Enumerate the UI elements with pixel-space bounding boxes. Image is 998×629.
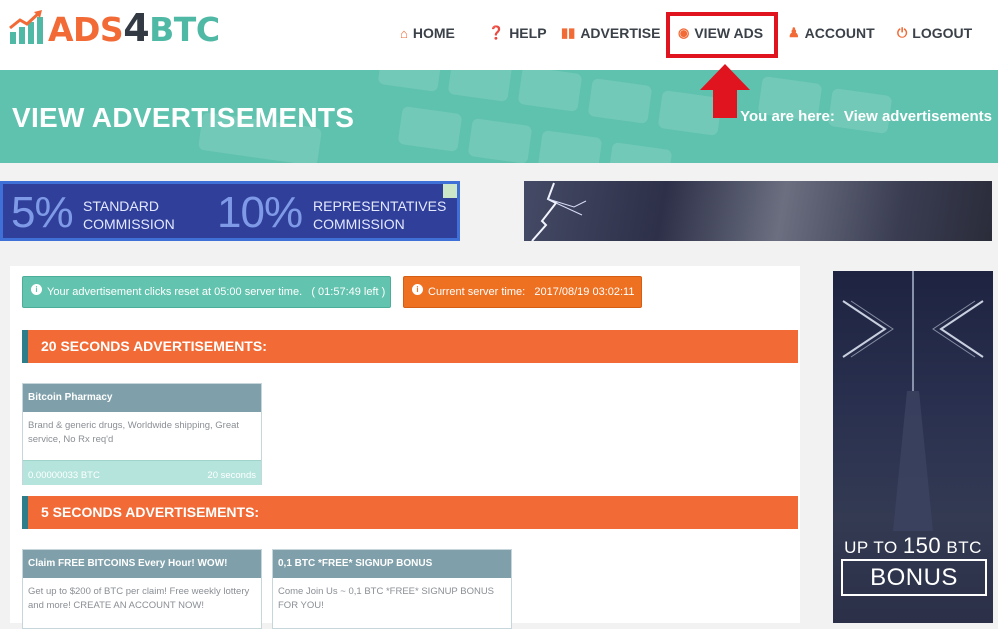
breadcrumb-current[interactable]: View advertisements — [844, 108, 992, 125]
ad-duration: 20 seconds — [207, 470, 256, 481]
nav-account[interactable]: ♟ ACCOUNT — [788, 25, 875, 41]
keyboard-key-decoration — [537, 130, 603, 163]
rep-percent: 10% — [217, 188, 303, 237]
lightning-icon — [531, 182, 587, 241]
nav-account-label: ACCOUNT — [804, 25, 875, 41]
site-header: ADS4BTC ⌂ HOME ❓ HELP ▮▮ ADVERTISE ◉ VIE… — [0, 0, 998, 70]
nav-logout[interactable]: ⏻ LOGOUT — [897, 25, 972, 41]
tower-graphic — [842, 271, 984, 531]
bonus-unit: BTC — [946, 538, 982, 557]
ads-panel: i Your advertisement clicks reset at 05:… — [10, 266, 800, 629]
keyboard-key-decoration — [467, 118, 533, 163]
nav-advertise[interactable]: ▮▮ ADVERTISE — [561, 25, 660, 41]
standard-commission-text: STANDARD COMMISSION — [83, 197, 175, 233]
nav-help-label: HELP — [509, 25, 547, 41]
adchoices-icon[interactable] — [443, 184, 457, 198]
ad-description: Brand & generic drugs, Worldwide shippin… — [28, 420, 240, 445]
nav-help[interactable]: ❓ HELP — [488, 25, 547, 41]
keyboard-key-decoration — [447, 70, 513, 102]
info-icon: i — [412, 284, 423, 295]
power-icon: ⏻ — [897, 25, 908, 40]
home-icon: ⌂ — [400, 25, 408, 41]
keyboard-key-decoration — [377, 70, 443, 92]
ad-description: Get up to $200 of BTC per claim! Free we… — [28, 586, 250, 611]
standard-line1: STANDARD — [83, 198, 159, 214]
ad-footer: 0.00000033 BTC 20 seconds — [23, 460, 261, 485]
red-arrow-annotation — [700, 64, 750, 118]
ad-card[interactable]: Claim FREE BITCOINS Every Hour! WOW! Get… — [22, 549, 262, 629]
bonus-amount: 150 — [902, 533, 942, 558]
breadcrumb-label: You are here: — [740, 108, 835, 125]
user-icon: ♟ — [788, 25, 800, 40]
server-time-alert: i Current server time: 2017/08/19 03:02:… — [403, 276, 642, 308]
server-time-text: Current server time: 2017/08/19 03:02:11 — [428, 286, 635, 298]
keyboard-key-decoration — [517, 70, 583, 112]
nav-logout-label: LOGOUT — [912, 25, 973, 41]
logo-ads: ADS — [48, 10, 124, 49]
ad-title[interactable]: Claim FREE BITCOINS Every Hour! WOW! — [23, 550, 261, 578]
standard-percent: 5% — [11, 188, 74, 237]
commission-banner-ad[interactable]: 5% STANDARD COMMISSION 10% REPRESENTATIV… — [0, 181, 460, 241]
page-title: VIEW ADVERTISEMENTS — [12, 102, 355, 133]
rep-line1: REPRESENTATIVES — [313, 198, 447, 214]
nav-home-label: HOME — [412, 25, 455, 41]
info-icon: i — [31, 284, 42, 295]
ad-card[interactable]: Bitcoin Pharmacy Brand & generic drugs, … — [22, 383, 262, 485]
ad-title[interactable]: Bitcoin Pharmacy — [23, 384, 261, 412]
keyboard-key-decoration — [397, 106, 463, 152]
nav-home[interactable]: ⌂ HOME — [400, 25, 455, 41]
rep-line2: COMMISSION — [313, 216, 405, 232]
section-20-seconds-header: 20 SECONDS ADVERTISEMENTS: — [22, 330, 798, 363]
clicks-reset-text: Your advertisement clicks reset at 05:00… — [47, 286, 386, 298]
question-icon: ❓ — [488, 25, 505, 40]
ad-description: Come Join Us ~ 0,1 BTC *FREE* SIGNUP BON… — [278, 586, 495, 611]
ad-card[interactable]: 0,1 BTC *FREE* SIGNUP BONUS Come Join Us… — [272, 549, 512, 629]
page-banner: VIEW ADVERTISEMENTS You are here: View ad… — [0, 70, 998, 163]
ad-reward: 0.00000033 BTC — [28, 470, 100, 481]
bonus-skyscraper-ad[interactable]: UP TO 150 BTC BONUS — [833, 271, 993, 623]
bonus-label: BONUS — [841, 559, 987, 596]
site-logo[interactable]: ADS4BTC — [8, 6, 220, 50]
bonus-up-to: UP TO — [844, 538, 898, 557]
standard-line2: COMMISSION — [83, 216, 175, 232]
breadcrumb: You are here: View advertisements — [740, 108, 992, 125]
chart-logo-icon — [9, 10, 43, 44]
keyboard-key-decoration — [607, 142, 673, 163]
bar-chart-icon: ▮▮ — [561, 25, 576, 40]
bonus-headline: UP TO 150 BTC — [833, 533, 993, 559]
view-ads-highlight-box — [666, 12, 778, 58]
keyboard-key-decoration — [587, 78, 653, 124]
section-5-seconds-header: 5 SECONDS ADVERTISEMENTS: — [22, 496, 798, 529]
storm-banner-ad[interactable] — [524, 181, 992, 241]
ad-title[interactable]: 0,1 BTC *FREE* SIGNUP BONUS — [273, 550, 511, 578]
rep-commission-text: REPRESENTATIVES COMMISSION — [313, 197, 446, 233]
nav-advertise-label: ADVERTISE — [580, 25, 661, 41]
logo-four: 4 — [123, 6, 150, 50]
clicks-reset-alert: i Your advertisement clicks reset at 05:… — [22, 276, 391, 308]
logo-text: ADS4BTC — [48, 6, 220, 50]
logo-btc: BTC — [149, 10, 220, 49]
